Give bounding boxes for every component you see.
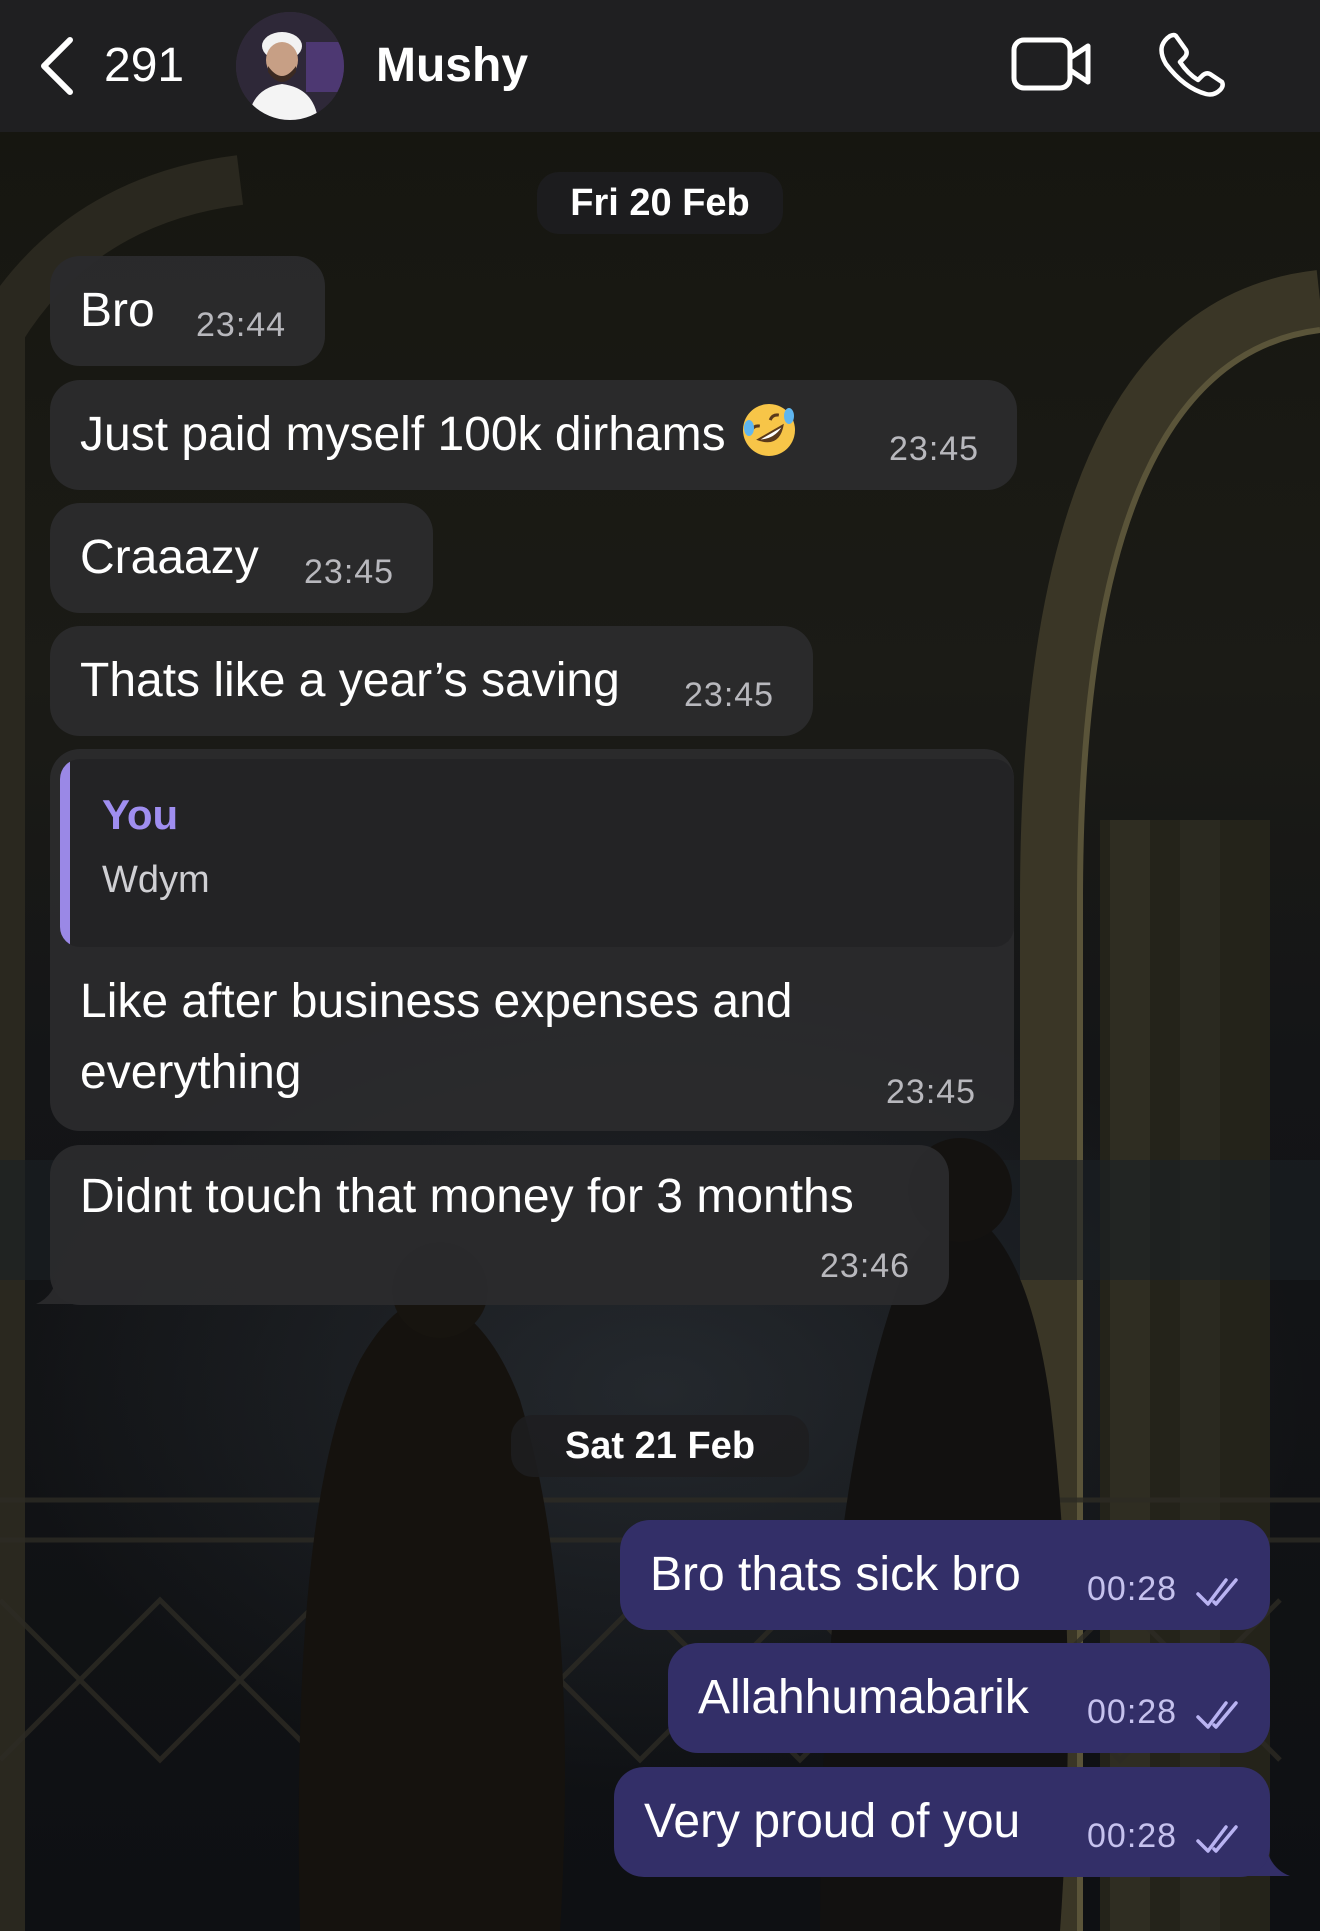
rolling-on-floor-laughing-emoji	[742, 404, 795, 456]
video-call-icon[interactable]	[1010, 34, 1092, 94]
reply-text: Wdym	[102, 859, 210, 901]
message-time: 00:28	[1087, 1570, 1178, 1608]
double-check-icon	[1196, 1825, 1238, 1853]
double-check-icon	[1196, 1578, 1238, 1606]
message-bubble-incoming[interactable]: Thats like a year’s saving 23:45	[50, 626, 813, 736]
message-bubble-reply[interactable]: You Wdym Like after business expenses an…	[50, 749, 1014, 1131]
date-separator: Fri 20 Feb	[537, 172, 783, 234]
message-time: 23:45	[304, 553, 395, 591]
message-time: 23:44	[196, 306, 287, 344]
chevron-left-icon[interactable]	[36, 34, 76, 98]
message-text-line2: everything	[80, 1046, 302, 1099]
message-text-line1: Like after business expenses and	[80, 975, 793, 1028]
message-bubble-incoming[interactable]: Just paid myself 100k dirhams 23:45	[50, 380, 1017, 490]
message-text: Bro thats sick bro	[650, 1548, 1021, 1601]
message-time: 23:45	[889, 430, 980, 468]
message-time: 00:28	[1087, 1817, 1178, 1855]
message-text: Thats like a year’s saving	[80, 654, 620, 707]
message-time: 00:28	[1087, 1693, 1178, 1731]
message-bubble-incoming[interactable]: Bro 23:44	[50, 256, 325, 366]
message-text: Bro	[80, 284, 155, 337]
avatar[interactable]	[236, 12, 344, 120]
message-time: 23:45	[684, 676, 775, 714]
message-text: Very proud of you	[644, 1795, 1021, 1848]
message-bubble-outgoing[interactable]: Allahhumabarik 00:28	[668, 1643, 1270, 1753]
reply-quote[interactable]: You Wdym	[60, 759, 1014, 947]
reply-accent-bar	[60, 759, 70, 947]
back-unread-count[interactable]: 291	[104, 38, 184, 94]
message-bubble-incoming[interactable]: Craaazy 23:45	[50, 503, 433, 613]
date-separator: Sat 21 Feb	[511, 1415, 809, 1477]
message-time: 23:46	[820, 1247, 911, 1285]
message-bubble-outgoing[interactable]: Very proud of you 00:28	[614, 1767, 1270, 1877]
message-text: Just paid myself 100k dirhams	[80, 399, 799, 471]
message-time: 23:45	[886, 1073, 977, 1111]
message-bubble-outgoing[interactable]: Bro thats sick bro 00:28	[620, 1520, 1270, 1630]
reply-author: You	[102, 791, 179, 838]
message-text: Craaazy	[80, 531, 259, 584]
message-text: Didnt touch that money for 3 months	[80, 1170, 854, 1223]
double-check-icon	[1196, 1701, 1238, 1729]
contact-name[interactable]: Mushy	[376, 38, 528, 94]
message-text: Allahhumabarik	[698, 1671, 1029, 1724]
message-bubble-incoming[interactable]: Didnt touch that money for 3 months 23:4…	[50, 1145, 949, 1305]
phone-icon[interactable]	[1158, 30, 1226, 98]
chat-header: 291 Mushy	[0, 0, 1320, 132]
